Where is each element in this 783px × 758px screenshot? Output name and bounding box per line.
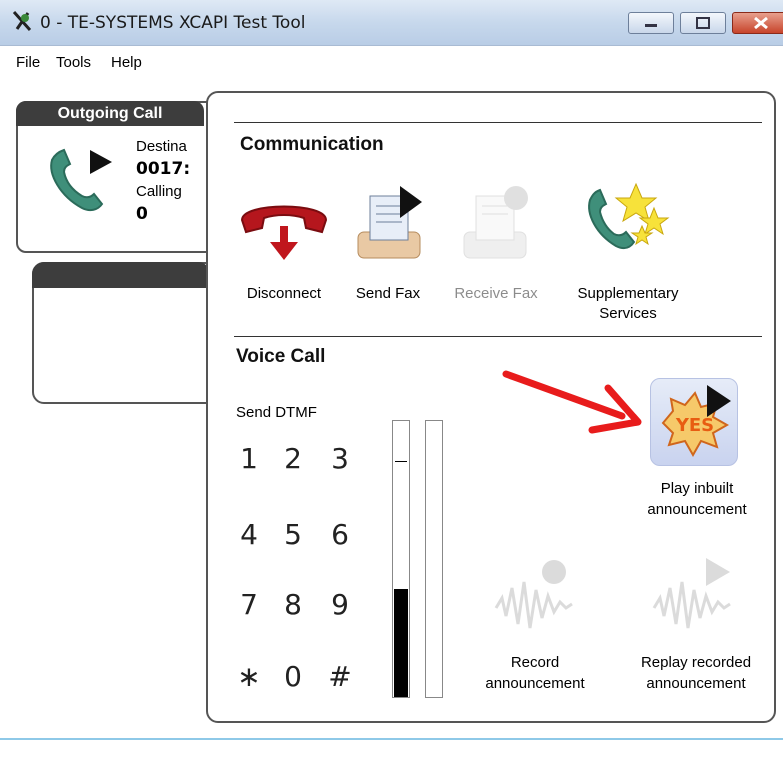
secondary-panel-tab[interactable] <box>32 262 210 288</box>
calling-label: Calling <box>136 183 182 200</box>
dtmf-key-hash[interactable]: # <box>325 660 355 693</box>
record-label-line2: announcement <box>485 675 585 692</box>
dtmf-key-2[interactable]: 2 <box>278 442 308 475</box>
dtmf-key-1[interactable]: 1 <box>234 442 264 475</box>
play-label-line1: Play inbuilt <box>660 480 734 497</box>
record-announcement-label: Record announcement <box>470 652 600 694</box>
voice-call-title: Voice Call <box>236 346 326 367</box>
minimize-button[interactable] <box>628 12 674 34</box>
record-announcement-button[interactable] <box>492 558 578 638</box>
dtmf-key-3[interactable]: 3 <box>325 442 355 475</box>
receive-fax-label: Receive Fax <box>454 285 538 302</box>
supplementary-services-button[interactable]: Supplementary Services <box>566 180 690 325</box>
outgoing-call-details: Destina 0017: Calling 0 <box>136 136 190 226</box>
maximize-button[interactable] <box>680 12 726 34</box>
window-title: 0 - TE-SYSTEMS XCAPI Test Tool <box>40 13 306 33</box>
dtmf-key-0[interactable]: 0 <box>278 660 308 693</box>
communication-title: Communication <box>240 134 384 155</box>
close-button[interactable] <box>732 12 783 34</box>
play-announcement-icon: YES <box>661 385 731 458</box>
dtmf-key-8[interactable]: 8 <box>278 588 308 621</box>
send-fax-icon <box>357 186 422 259</box>
app-window: 0 - TE-SYSTEMS XCAPI Test Tool File Tool… <box>0 0 783 758</box>
outgoing-call-tab-label: Outgoing Call <box>57 105 163 122</box>
disconnect-label: Disconnect <box>246 285 322 302</box>
dtmf-key-star[interactable]: ∗ <box>234 660 264 693</box>
replay-recorded-announcement-button[interactable] <box>650 556 736 638</box>
title-bar: 0 - TE-SYSTEMS XCAPI Test Tool <box>0 0 783 46</box>
replay-label-line2: announcement <box>646 675 746 692</box>
audio-level-meter-in <box>425 420 443 698</box>
dtmf-key-4[interactable]: 4 <box>234 518 264 551</box>
meter-peak-tick <box>395 461 407 462</box>
record-label-line1: Record <box>510 654 560 671</box>
send-dtmf-label: Send DTMF <box>236 404 317 421</box>
receive-fax-button[interactable]: Receive Fax <box>440 180 552 310</box>
divider <box>234 336 762 337</box>
destination-value: 0017: <box>136 159 191 179</box>
replay-label-line1: Replay recorded <box>640 654 752 671</box>
play-inbuilt-label: Play inbuilt announcement <box>640 478 754 520</box>
hangup-phone-icon <box>240 205 328 260</box>
phone-call-icon <box>50 148 112 212</box>
menu-help[interactable]: Help <box>111 54 142 71</box>
replay-announcement-icon <box>652 558 731 629</box>
audio-level-meter-out <box>392 420 410 698</box>
supplementary-services-icon <box>588 182 670 250</box>
menu-file[interactable]: File <box>16 54 40 71</box>
disconnect-button[interactable]: Disconnect <box>236 180 332 310</box>
destination-label: Destina <box>136 138 187 155</box>
supplementary-label-line2: Services <box>599 305 657 322</box>
meter-level-fill <box>394 589 408 697</box>
app-logo-icon <box>12 11 32 31</box>
outgoing-call-tab[interactable]: Outgoing Call <box>16 101 204 126</box>
status-bar-edge <box>0 738 783 740</box>
svg-text:YES: YES <box>675 415 714 436</box>
close-icon <box>754 16 768 30</box>
dtmf-key-6[interactable]: 6 <box>325 518 355 551</box>
maximize-icon <box>696 17 710 29</box>
send-fax-button[interactable]: Send Fax <box>346 180 430 310</box>
send-fax-label: Send Fax <box>355 285 421 302</box>
dtmf-key-9[interactable]: 9 <box>325 588 355 621</box>
dtmf-key-5[interactable]: 5 <box>278 518 308 551</box>
receive-fax-icon <box>463 186 528 259</box>
play-inbuilt-announcement-button[interactable]: YES <box>650 378 738 466</box>
record-announcement-icon <box>494 560 573 629</box>
supplementary-label-line1: Supplementary <box>577 285 679 302</box>
minimize-icon <box>645 24 657 27</box>
menu-tools[interactable]: Tools <box>56 54 91 71</box>
divider <box>234 122 762 123</box>
dtmf-key-7[interactable]: 7 <box>234 588 264 621</box>
calling-value: 0 <box>136 204 148 224</box>
replay-recorded-label: Replay recorded announcement <box>626 652 766 694</box>
annotation-arrow-icon <box>502 370 642 434</box>
play-label-line2: announcement <box>647 501 747 518</box>
